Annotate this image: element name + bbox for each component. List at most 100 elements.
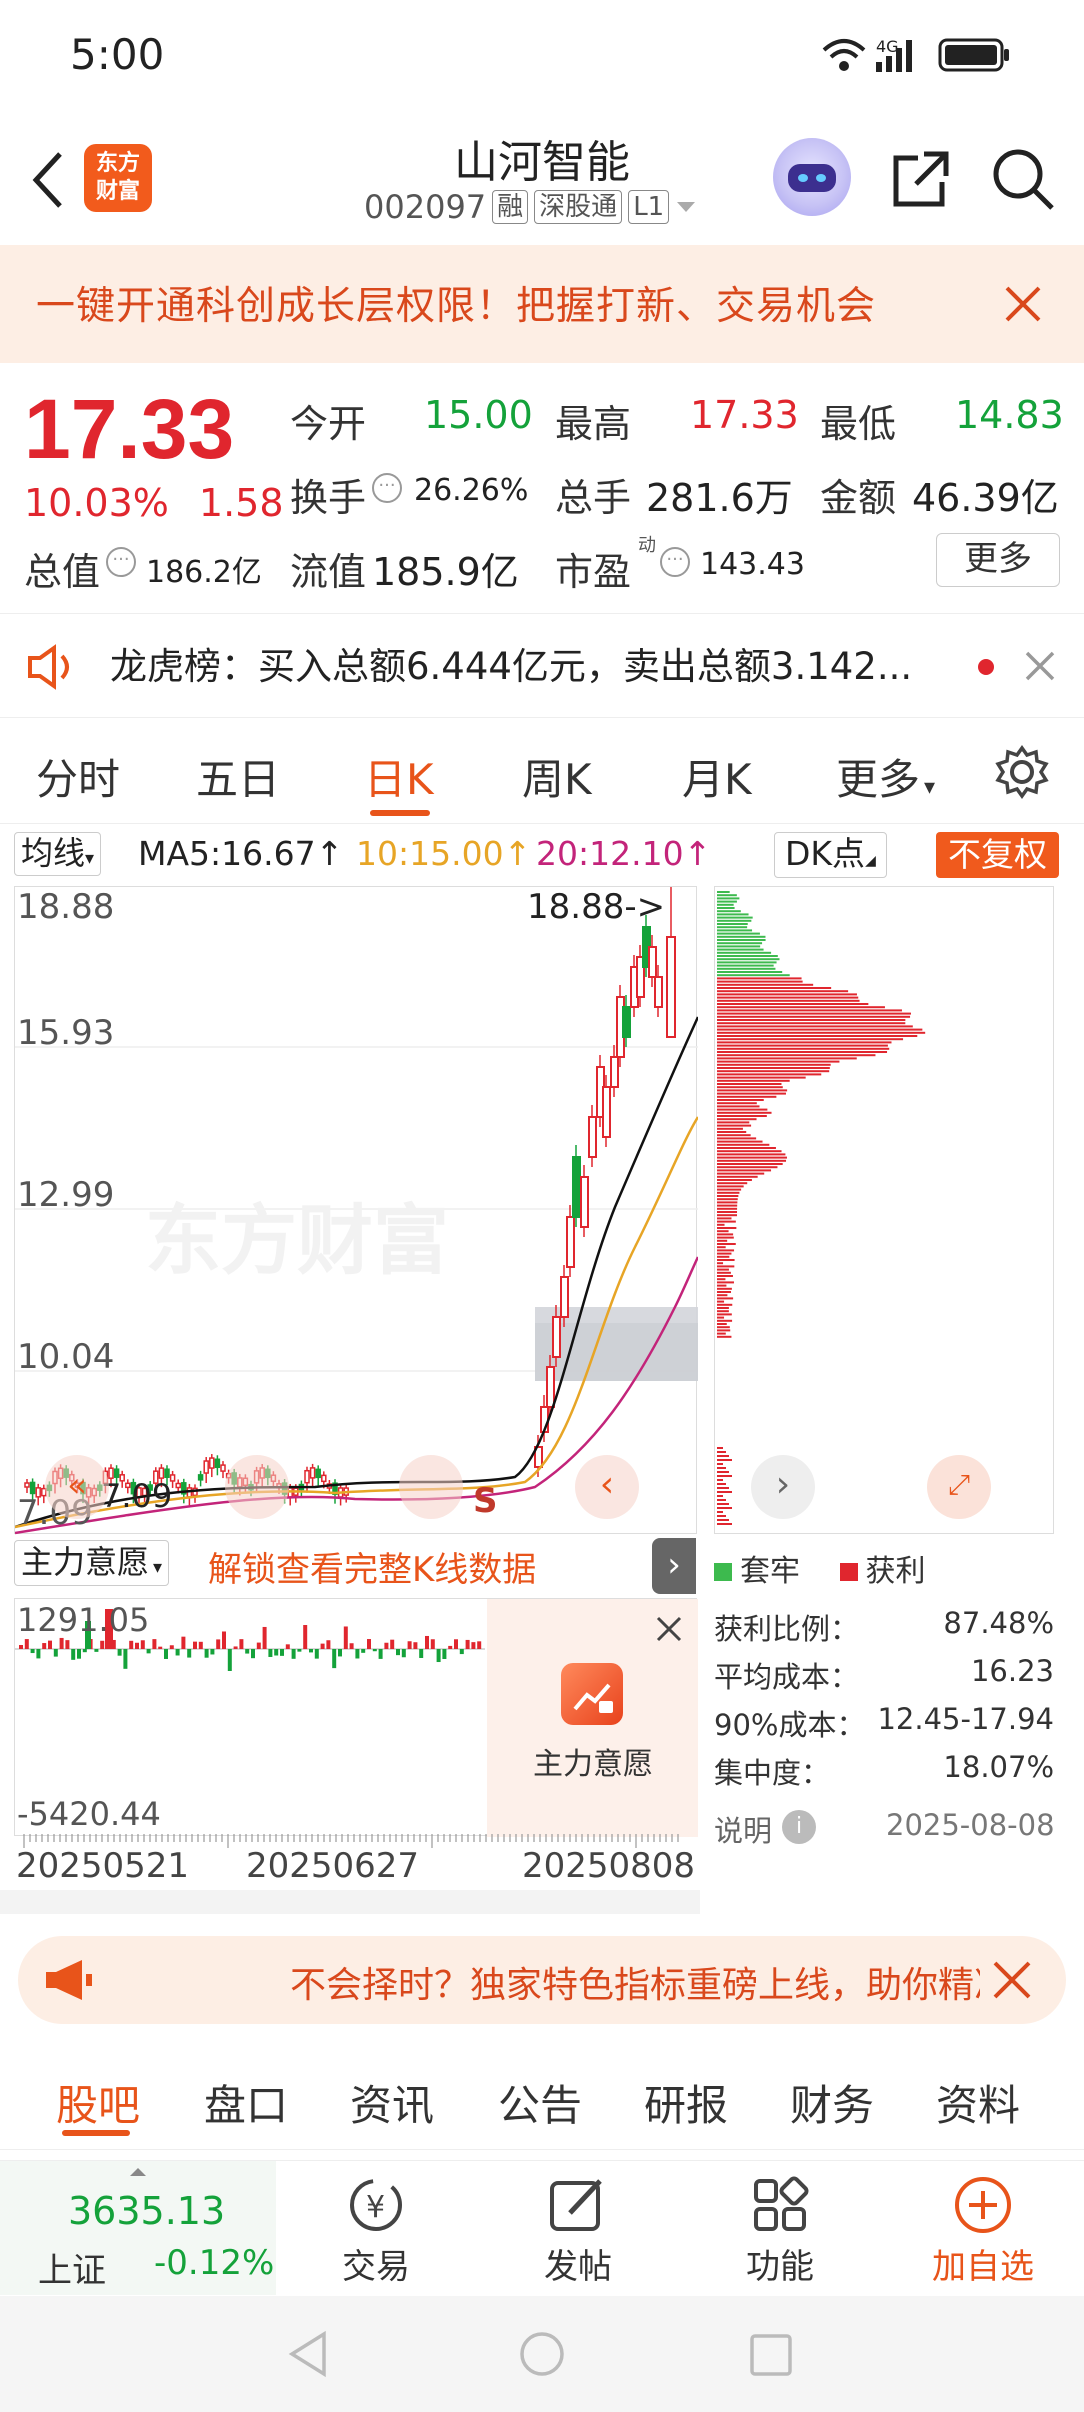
kline-chart[interactable]: 东方财富 18.88 15.93 12.99 10.04 7.09 18.88-… [14, 886, 698, 1535]
assistant-robot-icon[interactable] [773, 138, 851, 216]
scroll-right-icon[interactable]: › [751, 1455, 815, 1519]
distribution-bar [717, 1507, 732, 1509]
zoom-out-circle[interactable] [225, 1455, 289, 1519]
add-watchlist-button[interactable]: 加自选 [930, 2175, 1036, 2288]
candle-body [566, 1216, 575, 1268]
tab-five-day[interactable]: 五日 [196, 746, 280, 807]
tab-more[interactable]: 更多 ▾ [836, 746, 935, 807]
indicator-bar [332, 1649, 337, 1669]
settings-gear-icon[interactable] [994, 744, 1050, 800]
indicator-bar [123, 1649, 128, 1669]
distribution-bar [717, 1271, 731, 1274]
tab-orderbook[interactable]: 盘口 [204, 2072, 288, 2133]
more-button[interactable]: 更多 [936, 533, 1060, 587]
distribution-bar [717, 1172, 765, 1175]
distribution-bar [717, 1451, 726, 1453]
post-button[interactable]: 发帖 [528, 2175, 628, 2288]
nav-recent-icon[interactable] [748, 2332, 794, 2378]
note-link[interactable]: 说明 [714, 1808, 772, 1850]
indicator-ad-bar[interactable]: 不会择时？独家特色指标重磅上线，助你精准把握 [18, 1936, 1066, 2024]
indicator-chart[interactable]: 1291.05 -5420.44 主力意愿 [14, 1598, 698, 1837]
search-icon[interactable] [990, 146, 1056, 212]
distribution-bar [717, 1294, 728, 1297]
no-adjust-button[interactable]: 不复权 [936, 832, 1059, 878]
info-icon[interactable]: ··· [372, 473, 402, 503]
indicator-bar [303, 1625, 308, 1649]
indicator-bar [407, 1641, 412, 1649]
dk-point-button[interactable]: DK点◢ [774, 832, 887, 878]
distribution-bar [717, 1092, 786, 1095]
nav-back-icon[interactable] [286, 2330, 330, 2378]
chip-distribution[interactable]: › ⤢ [714, 886, 1054, 1534]
close-icon[interactable] [1004, 285, 1042, 323]
wifi-icon [822, 39, 866, 71]
ma-selector[interactable]: 均线▾ [14, 832, 102, 876]
chart-zone: 均线▾ MA5:16.67↑ 10:15.00↑ 20:12.10↑ DK点◢ … [0, 824, 1084, 1914]
tab-daily-k[interactable]: 日K [364, 746, 434, 807]
close-icon[interactable] [655, 1615, 683, 1643]
candle-body [197, 1474, 204, 1481]
tab-announcements[interactable]: 公告 [498, 2072, 582, 2133]
indicator-bar [239, 1639, 244, 1649]
index-ticker[interactable]: 3635.13 上证 -0.12% [0, 2161, 276, 2295]
expand-icon[interactable]: ⤢ [927, 1455, 991, 1519]
indicator-bar [343, 1626, 348, 1649]
indicator-bar [77, 1649, 81, 1659]
dragon-tiger-bar[interactable]: 龙虎榜：买入总额6.444亿元，卖出总额3.142... [0, 613, 1084, 718]
trade-button[interactable]: ¥ 交易 [326, 2175, 426, 2288]
distribution-bars [717, 891, 926, 1525]
distribution-bar [717, 1326, 730, 1329]
distribution-bar [717, 1214, 738, 1217]
scroll-left-icon[interactable]: ‹ [575, 1455, 639, 1519]
info-icon[interactable]: ··· [106, 547, 136, 577]
distribution-bar [717, 999, 860, 1002]
tab-forum[interactable]: 股吧 [56, 2072, 140, 2133]
distribution-bar [717, 948, 764, 951]
distribution-bar [717, 1191, 740, 1194]
tab-news[interactable]: 资讯 [350, 2072, 434, 2133]
indicator-bar [459, 1649, 464, 1655]
tab-monthly-k[interactable]: 月K [682, 746, 752, 807]
indicator-selector[interactable]: 主力意愿 ▾ [14, 1540, 170, 1586]
close-icon[interactable] [992, 1960, 1032, 2000]
scroll-left-fast-icon[interactable]: « [45, 1455, 109, 1519]
date-label: 20250808 [522, 1846, 696, 1886]
stock-code-row[interactable]: 002097 融 深股通 L1 [364, 188, 697, 226]
indicator-bar [193, 1641, 197, 1649]
distribution-bar [717, 1003, 869, 1005]
tab-weekly-k[interactable]: 周K [522, 746, 592, 807]
function-button[interactable]: 功能 [730, 2175, 830, 2288]
indicator-bar [442, 1649, 447, 1659]
distribution-bar [717, 1031, 926, 1034]
cost-90-value: 12.45-17.94 [877, 1702, 1054, 1736]
chevron-down-icon [677, 202, 696, 212]
distribution-bar [717, 1102, 757, 1105]
distribution-bar [717, 977, 802, 980]
distribution-bar [717, 919, 752, 922]
distribution-bar [717, 1499, 726, 1501]
share-icon[interactable] [888, 146, 954, 212]
candle-body [580, 1176, 589, 1228]
info-icon[interactable]: ··· [660, 547, 690, 577]
indicator-bar [326, 1640, 331, 1649]
close-icon[interactable] [1024, 650, 1056, 682]
collapse-arrow-icon[interactable]: › [652, 1538, 696, 1594]
promo-banner[interactable]: 一键开通科创成长层权限！把握打新、交易机会 [0, 245, 1084, 363]
tab-intraday[interactable]: 分时 [36, 746, 120, 807]
edit-icon [550, 2179, 602, 2231]
indicator-bar [372, 1649, 377, 1652]
distribution-bar [717, 1127, 743, 1130]
distribution-bar [717, 958, 780, 961]
tab-financials[interactable]: 财务 [790, 2072, 874, 2133]
concentration-label: 集中度： [714, 1756, 831, 1790]
unlock-link[interactable]: 解锁查看完整K线数据 [208, 1542, 536, 1591]
info-icon[interactable]: i [782, 1810, 816, 1844]
indicator-bar [454, 1639, 458, 1649]
indicator-bar [71, 1649, 76, 1660]
candle-body [309, 1467, 316, 1479]
tab-profile[interactable]: 资料 [936, 2072, 1020, 2133]
zoom-in-circle[interactable] [399, 1455, 463, 1519]
tab-research[interactable]: 研报 [644, 2072, 728, 2133]
nav-home-icon[interactable] [518, 2330, 566, 2378]
indicator-bar [436, 1649, 441, 1663]
